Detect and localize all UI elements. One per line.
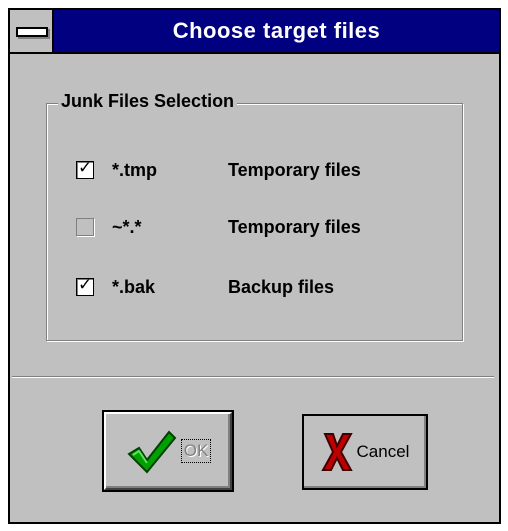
checkbox-tilde[interactable]	[76, 218, 94, 236]
pattern-label: ~*.*	[112, 216, 142, 237]
checkmark-icon: ✓	[78, 275, 93, 294]
pattern-label: *.tmp	[112, 159, 157, 180]
cancel-button[interactable]: Cancel	[302, 414, 428, 490]
group-label: Junk Files Selection	[58, 91, 238, 112]
separator	[12, 376, 494, 378]
description-label: Temporary files	[228, 159, 361, 180]
system-menu-button[interactable]	[10, 10, 54, 52]
ok-label: OK	[180, 439, 212, 463]
file-option-row-tilde: ~*.* Temporary files	[76, 213, 361, 241]
checkbox-tmp[interactable]: ✓	[76, 158, 94, 179]
file-option-row-tmp: ✓ *.tmp Temporary files	[76, 156, 361, 184]
title-area: Choose target files	[54, 10, 499, 52]
system-menu-icon	[16, 27, 48, 37]
red-x-icon	[320, 433, 353, 471]
file-option-row-bak: ✓ *.bak Backup files	[76, 273, 334, 301]
checkbox-bak[interactable]: ✓	[76, 275, 94, 296]
description-label: Backup files	[228, 276, 335, 297]
green-checkmark-icon	[127, 430, 177, 474]
pattern-label: *.bak	[112, 276, 156, 297]
ok-button[interactable]: OK	[102, 410, 234, 492]
title-bar: Choose target files	[10, 10, 499, 54]
checkmark-icon: ✓	[78, 158, 93, 177]
cancel-label: Cancel	[356, 442, 410, 461]
description-label: Temporary files	[228, 216, 361, 237]
window-title: Choose target files	[172, 18, 381, 43]
